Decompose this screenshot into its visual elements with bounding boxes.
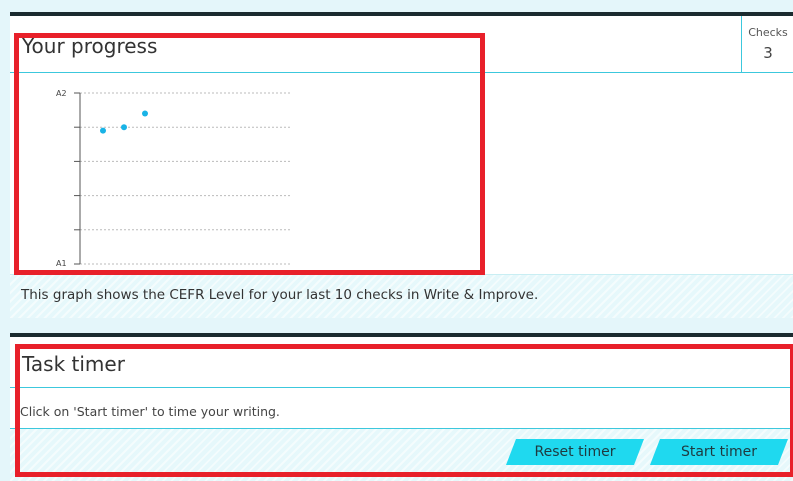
timer-panel: Task timer Click on 'Start timer' to tim… [10,333,793,481]
data-point [100,127,106,134]
y-tick-label-top: A2 [56,89,67,98]
chart-points [100,110,148,134]
chart-grid [74,92,290,265]
progress-header: Your progress Checks 3 [10,16,793,73]
start-timer-button[interactable]: Start timer [650,439,788,465]
y-tick-label-bottom: A1 [56,259,67,268]
progress-footer: This graph shows the CEFR Level for your… [10,274,793,318]
reset-timer-button[interactable]: Reset timer [506,439,644,465]
progress-chart: A2 A1 [56,89,290,268]
timer-header: Task timer [10,337,793,388]
progress-caption: This graph shows the CEFR Level for your… [21,287,539,303]
timer-instruction: Click on 'Start timer' to time your writ… [20,404,280,419]
data-point [121,124,127,131]
progress-panel: Your progress Checks 3 A2 A1 This graph … [10,12,793,318]
timer-title: Task timer [22,352,125,376]
checks-counter: Checks 3 [741,16,793,72]
timer-actions: Reset timer Start timer [10,429,793,481]
progress-title: Your progress [22,34,158,58]
timer-body: Click on 'Start timer' to time your writ… [10,388,793,429]
checks-label: Checks [748,26,788,39]
checks-value: 3 [763,44,773,62]
data-point [142,110,148,117]
